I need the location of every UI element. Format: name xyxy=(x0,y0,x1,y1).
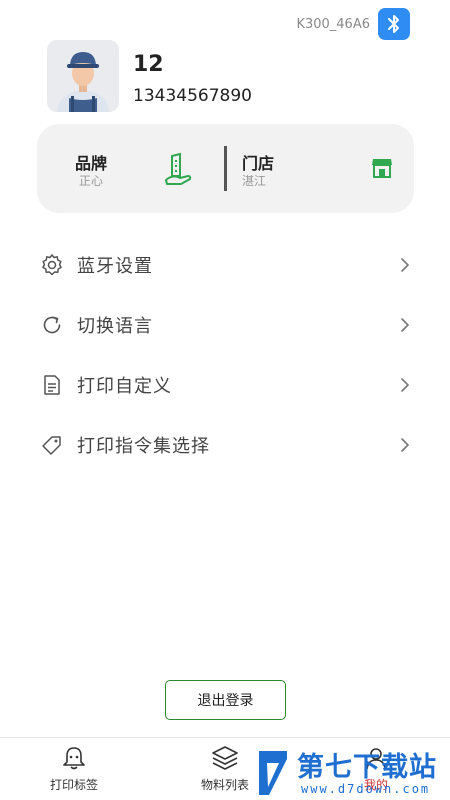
menu-item-label: 打印指令集选择 xyxy=(77,436,210,457)
watermark: 第七下载站 www.d7down.com xyxy=(253,745,450,800)
menu-item-label: 切换语言 xyxy=(77,316,153,337)
device-name: K300_46A6 xyxy=(296,16,370,32)
chevron-right-icon xyxy=(401,318,410,332)
avatar[interactable] xyxy=(47,40,119,112)
tag-icon xyxy=(39,432,65,458)
watermark-logo-icon xyxy=(259,751,287,795)
device-status: K300_46A6 xyxy=(296,8,410,40)
card-divider xyxy=(224,146,227,191)
brand-title: 品牌 xyxy=(75,154,108,173)
brand-store-card: 品牌 正心 门店 湛江 xyxy=(37,124,414,213)
chevron-right-icon xyxy=(401,438,410,452)
brand-button[interactable] xyxy=(163,152,193,190)
bell-icon xyxy=(59,744,89,772)
menu-item-print-command-set[interactable]: 打印指令集选择 xyxy=(37,425,417,465)
store-value: 湛江 xyxy=(242,174,267,188)
bluetooth-icon xyxy=(388,15,399,33)
brand-icon xyxy=(165,152,192,185)
menu-item-label: 打印自定义 xyxy=(77,376,172,397)
menu-item-label: 蓝牙设置 xyxy=(77,256,153,277)
chevron-right-icon xyxy=(401,258,410,272)
menu-item-bluetooth-settings[interactable]: 蓝牙设置 xyxy=(37,245,417,285)
menu-item-print-custom[interactable]: 打印自定义 xyxy=(37,365,417,405)
refresh-icon xyxy=(39,312,65,338)
store-button[interactable] xyxy=(371,157,393,183)
brand-value: 正心 xyxy=(79,174,104,188)
chevron-right-icon xyxy=(401,378,410,392)
tab-print-label[interactable]: 打印标签 xyxy=(24,738,124,800)
user-phone: 13434567890 xyxy=(133,86,252,106)
worker-avatar-icon xyxy=(47,40,119,112)
watermark-title: 第七下载站 xyxy=(297,752,437,783)
bluetooth-button[interactable] xyxy=(378,8,410,40)
gear-icon xyxy=(39,252,65,278)
watermark-url: www.d7down.com xyxy=(301,782,431,796)
tab-label: 物料列表 xyxy=(200,778,249,792)
tab-label: 打印标签 xyxy=(49,778,98,792)
user-name: 12 xyxy=(133,52,164,77)
menu-item-switch-language[interactable]: 切换语言 xyxy=(37,305,417,345)
store-icon xyxy=(372,159,392,178)
layers-icon xyxy=(210,744,240,772)
logout-button[interactable]: 退出登录 xyxy=(165,680,286,720)
store-title: 门店 xyxy=(242,154,275,173)
document-icon xyxy=(39,372,65,398)
